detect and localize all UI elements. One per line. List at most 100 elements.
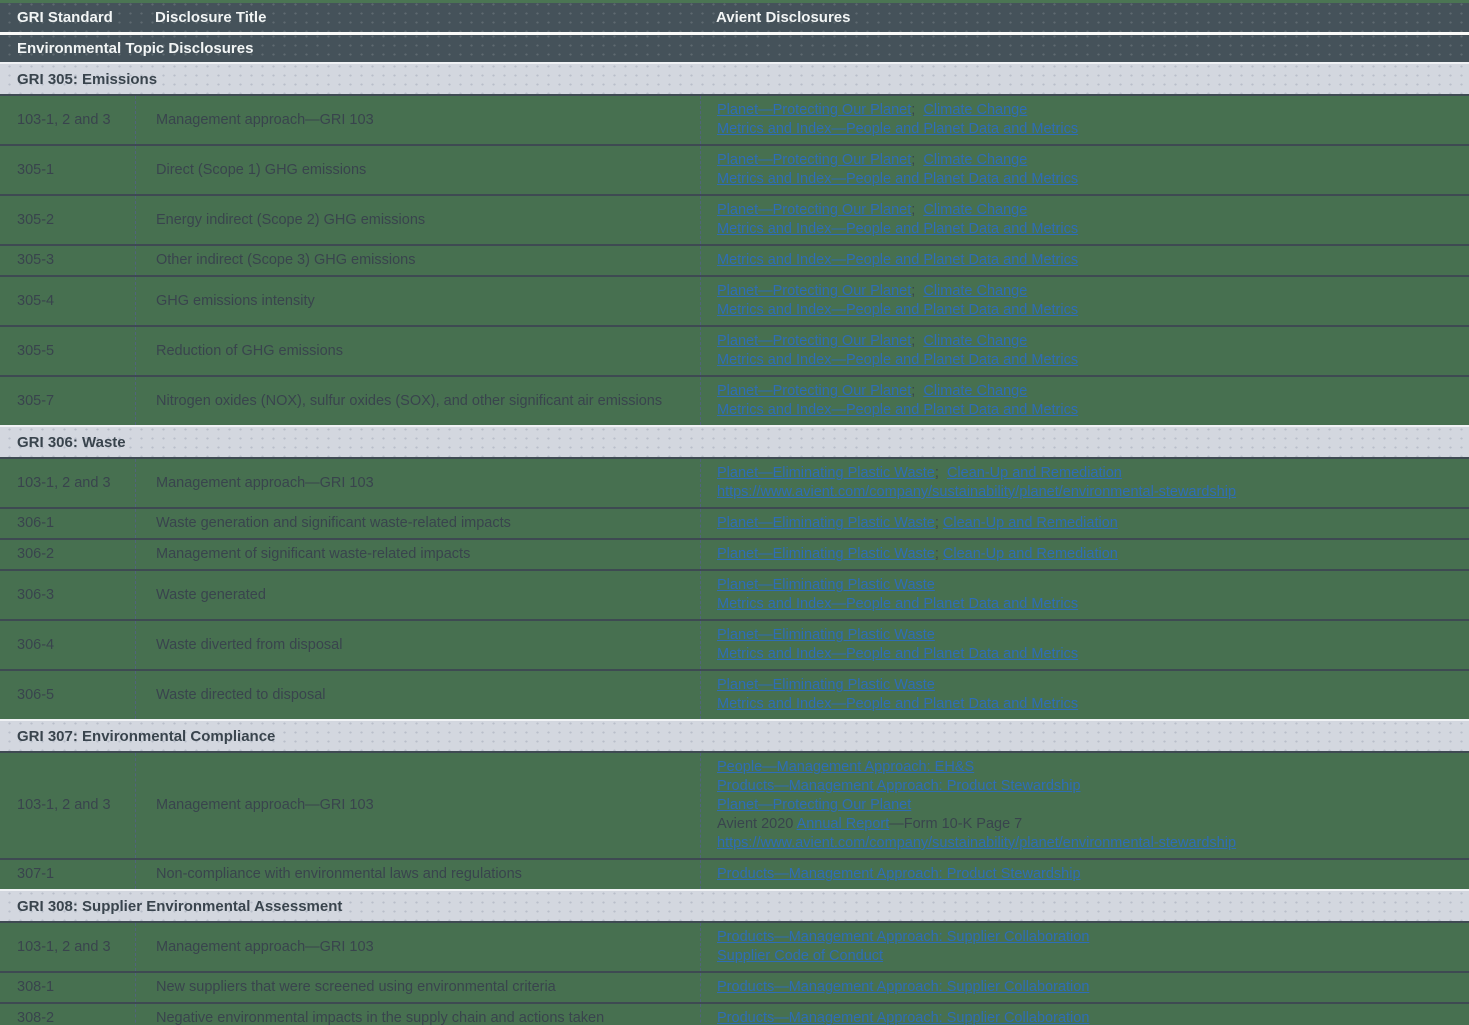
disclosure-separator-text: ; xyxy=(911,202,923,218)
disclosure-line: Products—Management Approach: Supplier C… xyxy=(717,1009,1457,1025)
avient-disclosures-cell: People—Management Approach: EH&S Products… xyxy=(700,753,1469,858)
disclosure-link[interactable]: Metrics and Index—People and Planet Data… xyxy=(717,402,1078,418)
disclosure-link[interactable]: Products—Management Approach: Product St… xyxy=(717,866,1081,882)
avient-disclosures-cell: Planet—Protecting Our Planet; Climate Ch… xyxy=(700,327,1469,375)
disclosure-link[interactable]: Planet—Eliminating Plastic Waste xyxy=(717,677,935,693)
disclosure-link[interactable]: Metrics and Index—People and Planet Data… xyxy=(717,221,1078,237)
disclosure-link[interactable]: Supplier Code of Conduct xyxy=(717,948,883,964)
avient-disclosures-cell: Products—Management Approach: Supplier C… xyxy=(700,1004,1469,1025)
gri-standard-cell: 308-2 xyxy=(0,1004,135,1025)
disclosure-title-cell: Direct (Scope 1) GHG emissions xyxy=(135,146,700,194)
disclosure-link[interactable]: https://www.avient.com/company/sustainab… xyxy=(717,835,1236,851)
disclosure-link[interactable]: Climate Change xyxy=(923,102,1027,118)
disclosure-link[interactable]: Planet—Protecting Our Planet xyxy=(717,152,911,168)
disclosure-link[interactable]: Metrics and Index—People and Planet Data… xyxy=(717,646,1078,662)
disclosure-link[interactable]: Metrics and Index—People and Planet Data… xyxy=(717,696,1078,712)
disclosure-title-cell: Waste generated xyxy=(135,571,700,619)
disclosure-link[interactable]: People—Management Approach: EH&S xyxy=(717,759,974,775)
table-row: 305-3Other indirect (Scope 3) GHG emissi… xyxy=(0,246,1469,277)
disclosure-link[interactable]: Clean-Up and Remediation xyxy=(943,546,1118,562)
disclosure-link[interactable]: Clean-Up and Remediation xyxy=(947,465,1122,481)
disclosure-link[interactable]: Planet—Eliminating Plastic Waste xyxy=(717,515,935,531)
disclosure-line: Metrics and Index—People and Planet Data… xyxy=(717,351,1457,370)
avient-disclosures-cell: Planet—Eliminating Plastic Waste Metrics … xyxy=(700,671,1469,719)
disclosure-line: Metrics and Index—People and Planet Data… xyxy=(717,645,1457,664)
gri-standard-cell: 103-1, 2 and 3 xyxy=(0,933,135,962)
table-row: 305-1Direct (Scope 1) GHG emissions Plane… xyxy=(0,146,1469,196)
disclosure-separator-text: ; xyxy=(911,102,923,118)
column-header-gri-standard: GRI Standard xyxy=(0,9,135,26)
avient-disclosures-cell: Planet—Protecting Our Planet; Climate Ch… xyxy=(700,277,1469,325)
disclosure-link[interactable]: Annual Report xyxy=(797,816,890,832)
disclosure-link[interactable]: Planet—Protecting Our Planet xyxy=(717,202,911,218)
table-row: 305-2Energy indirect (Scope 2) GHG emiss… xyxy=(0,196,1469,246)
disclosure-link[interactable]: Products—Management Approach: Product St… xyxy=(717,778,1081,794)
disclosure-line: Metrics and Index—People and Planet Data… xyxy=(717,301,1457,320)
disclosure-title-cell: Management of significant waste-related … xyxy=(135,540,700,569)
disclosure-link[interactable]: Planet—Protecting Our Planet xyxy=(717,333,911,349)
disclosure-link[interactable]: Climate Change xyxy=(923,202,1027,218)
gri-standard-cell: 103-1, 2 and 3 xyxy=(0,469,135,498)
disclosure-line: Planet—Eliminating Plastic Waste xyxy=(717,626,1457,645)
disclosure-link[interactable]: https://www.avient.com/company/sustainab… xyxy=(717,484,1236,500)
disclosure-line: Planet—Eliminating Plastic Waste; Clean-… xyxy=(717,545,1457,564)
avient-disclosures-cell: Planet—Eliminating Plastic Waste; Clean-… xyxy=(700,540,1469,569)
disclosure-link[interactable]: Planet—Eliminating Plastic Waste xyxy=(717,577,935,593)
gri-standard-cell: 305-1 xyxy=(0,156,135,185)
disclosure-link[interactable]: Climate Change xyxy=(923,383,1027,399)
disclosure-link[interactable]: Products—Management Approach: Supplier C… xyxy=(717,979,1089,995)
table-row: 306-3Waste generatedPlanet—Eliminating P… xyxy=(0,571,1469,621)
disclosure-link[interactable]: Planet—Protecting Our Planet xyxy=(717,283,911,299)
disclosure-title-cell: GHG emissions intensity xyxy=(135,277,700,325)
disclosure-link[interactable]: Planet—Eliminating Plastic Waste xyxy=(717,627,935,643)
disclosure-line: Metrics and Index—People and Planet Data… xyxy=(717,595,1457,614)
disclosure-title-cell: Waste diverted from disposal xyxy=(135,621,700,669)
disclosure-separator-text: ; xyxy=(935,546,943,562)
disclosure-link[interactable]: Clean-Up and Remediation xyxy=(943,515,1118,531)
disclosure-link[interactable]: Metrics and Index—People and Planet Data… xyxy=(717,596,1078,612)
disclosure-link[interactable]: Metrics and Index—People and Planet Data… xyxy=(717,352,1078,368)
table-header-row: GRI Standard Disclosure Title Avient Dis… xyxy=(0,3,1469,35)
disclosure-link[interactable]: Planet—Protecting Our Planet xyxy=(717,102,911,118)
disclosure-link[interactable]: Climate Change xyxy=(923,152,1027,168)
disclosure-line: https://www.avient.com/company/sustainab… xyxy=(717,483,1457,502)
disclosure-link[interactable]: Climate Change xyxy=(923,283,1027,299)
disclosure-line: Metrics and Index—People and Planet Data… xyxy=(717,220,1457,239)
avient-disclosures-cell: Planet—Eliminating Plastic Waste; Clean-… xyxy=(700,459,1469,507)
section-header-gri-305-emissions: GRI 305: Emissions xyxy=(0,64,1469,96)
disclosure-title-cell: Nitrogen oxides (NOX), sulfur oxides (SO… xyxy=(135,377,700,425)
disclosure-link[interactable]: Planet—Eliminating Plastic Waste xyxy=(717,546,935,562)
disclosure-title-cell: Other indirect (Scope 3) GHG emissions xyxy=(135,246,700,275)
table-row: 305-4GHG emissions intensityPlanet—Prote… xyxy=(0,277,1469,327)
disclosure-link[interactable]: Planet—Eliminating Plastic Waste xyxy=(717,465,935,481)
section-header-gri-307-environmental-compliance: GRI 307: Environmental Compliance xyxy=(0,721,1469,753)
table-row: 103-1, 2 and 3Management approach—GRI 10… xyxy=(0,923,1469,973)
gri-standard-cell: 305-5 xyxy=(0,337,135,366)
gri-standard-cell: 103-1, 2 and 3 xyxy=(0,791,135,820)
disclosure-separator-text: ; xyxy=(935,515,943,531)
disclosure-link[interactable]: Metrics and Index—People and Planet Data… xyxy=(717,121,1078,137)
disclosure-line: Planet—Protecting Our Planet; Climate Ch… xyxy=(717,382,1457,401)
disclosure-line: Metrics and Index—People and Planet Data… xyxy=(717,170,1457,189)
disclosure-link[interactable]: Metrics and Index—People and Planet Data… xyxy=(717,302,1078,318)
gri-standard-cell: 305-3 xyxy=(0,246,135,275)
avient-disclosures-cell: Planet—Protecting Our Planet; Climate Ch… xyxy=(700,196,1469,244)
disclosure-link[interactable]: Products—Management Approach: Supplier C… xyxy=(717,1010,1089,1025)
disclosure-title-cell: Non-compliance with environmental laws a… xyxy=(135,860,700,889)
disclosure-line: Products—Management Approach: Product St… xyxy=(717,865,1457,884)
disclosure-link[interactable]: Products—Management Approach: Supplier C… xyxy=(717,929,1089,945)
disclosure-link[interactable]: Metrics and Index—People and Planet Data… xyxy=(717,252,1078,268)
column-header-avient-disclosures: Avient Disclosures xyxy=(700,9,1469,26)
avient-disclosures-cell: Products—Management Approach: Product St… xyxy=(700,860,1469,889)
group-header-environmental-topic-disclosures: Environmental Topic Disclosures xyxy=(0,35,1469,64)
section-header-gri-306-waste: GRI 306: Waste xyxy=(0,427,1469,459)
disclosure-line: Avient 2020 Annual Report—Form 10-K Page… xyxy=(717,815,1457,834)
disclosure-link[interactable]: Climate Change xyxy=(923,333,1027,349)
gri-content-index-page: GRI Standard Disclosure Title Avient Dis… xyxy=(0,0,1469,1025)
disclosure-link[interactable]: Planet—Protecting Our Planet xyxy=(717,797,911,813)
disclosure-title-cell: Management approach—GRI 103 xyxy=(135,459,700,507)
disclosure-link[interactable]: Metrics and Index—People and Planet Data… xyxy=(717,171,1078,187)
gri-standard-cell: 307-1 xyxy=(0,860,135,889)
column-header-disclosure-title: Disclosure Title xyxy=(135,9,700,26)
disclosure-link[interactable]: Planet—Protecting Our Planet xyxy=(717,383,911,399)
